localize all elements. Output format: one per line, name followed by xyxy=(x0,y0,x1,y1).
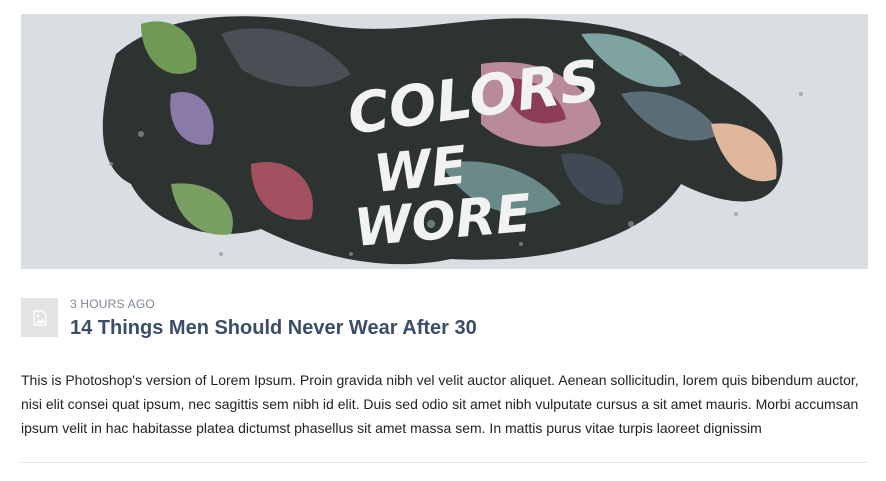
article-meta: 3 HOURS AGO 14 Things Men Should Never W… xyxy=(21,297,868,341)
article-excerpt: This is Photoshop's version of Lorem Ips… xyxy=(21,372,859,436)
article-thumbnail[interactable] xyxy=(21,298,58,337)
divider xyxy=(21,462,868,463)
hero-artwork: COLORS WE WORE xyxy=(21,14,868,269)
image-placeholder-icon xyxy=(32,309,47,326)
article-title[interactable]: 14 Things Men Should Never Wear After 30 xyxy=(70,316,477,340)
hero-image[interactable]: COLORS WE WORE xyxy=(21,14,868,269)
article-timestamp: 3 HOURS AGO xyxy=(70,297,155,311)
